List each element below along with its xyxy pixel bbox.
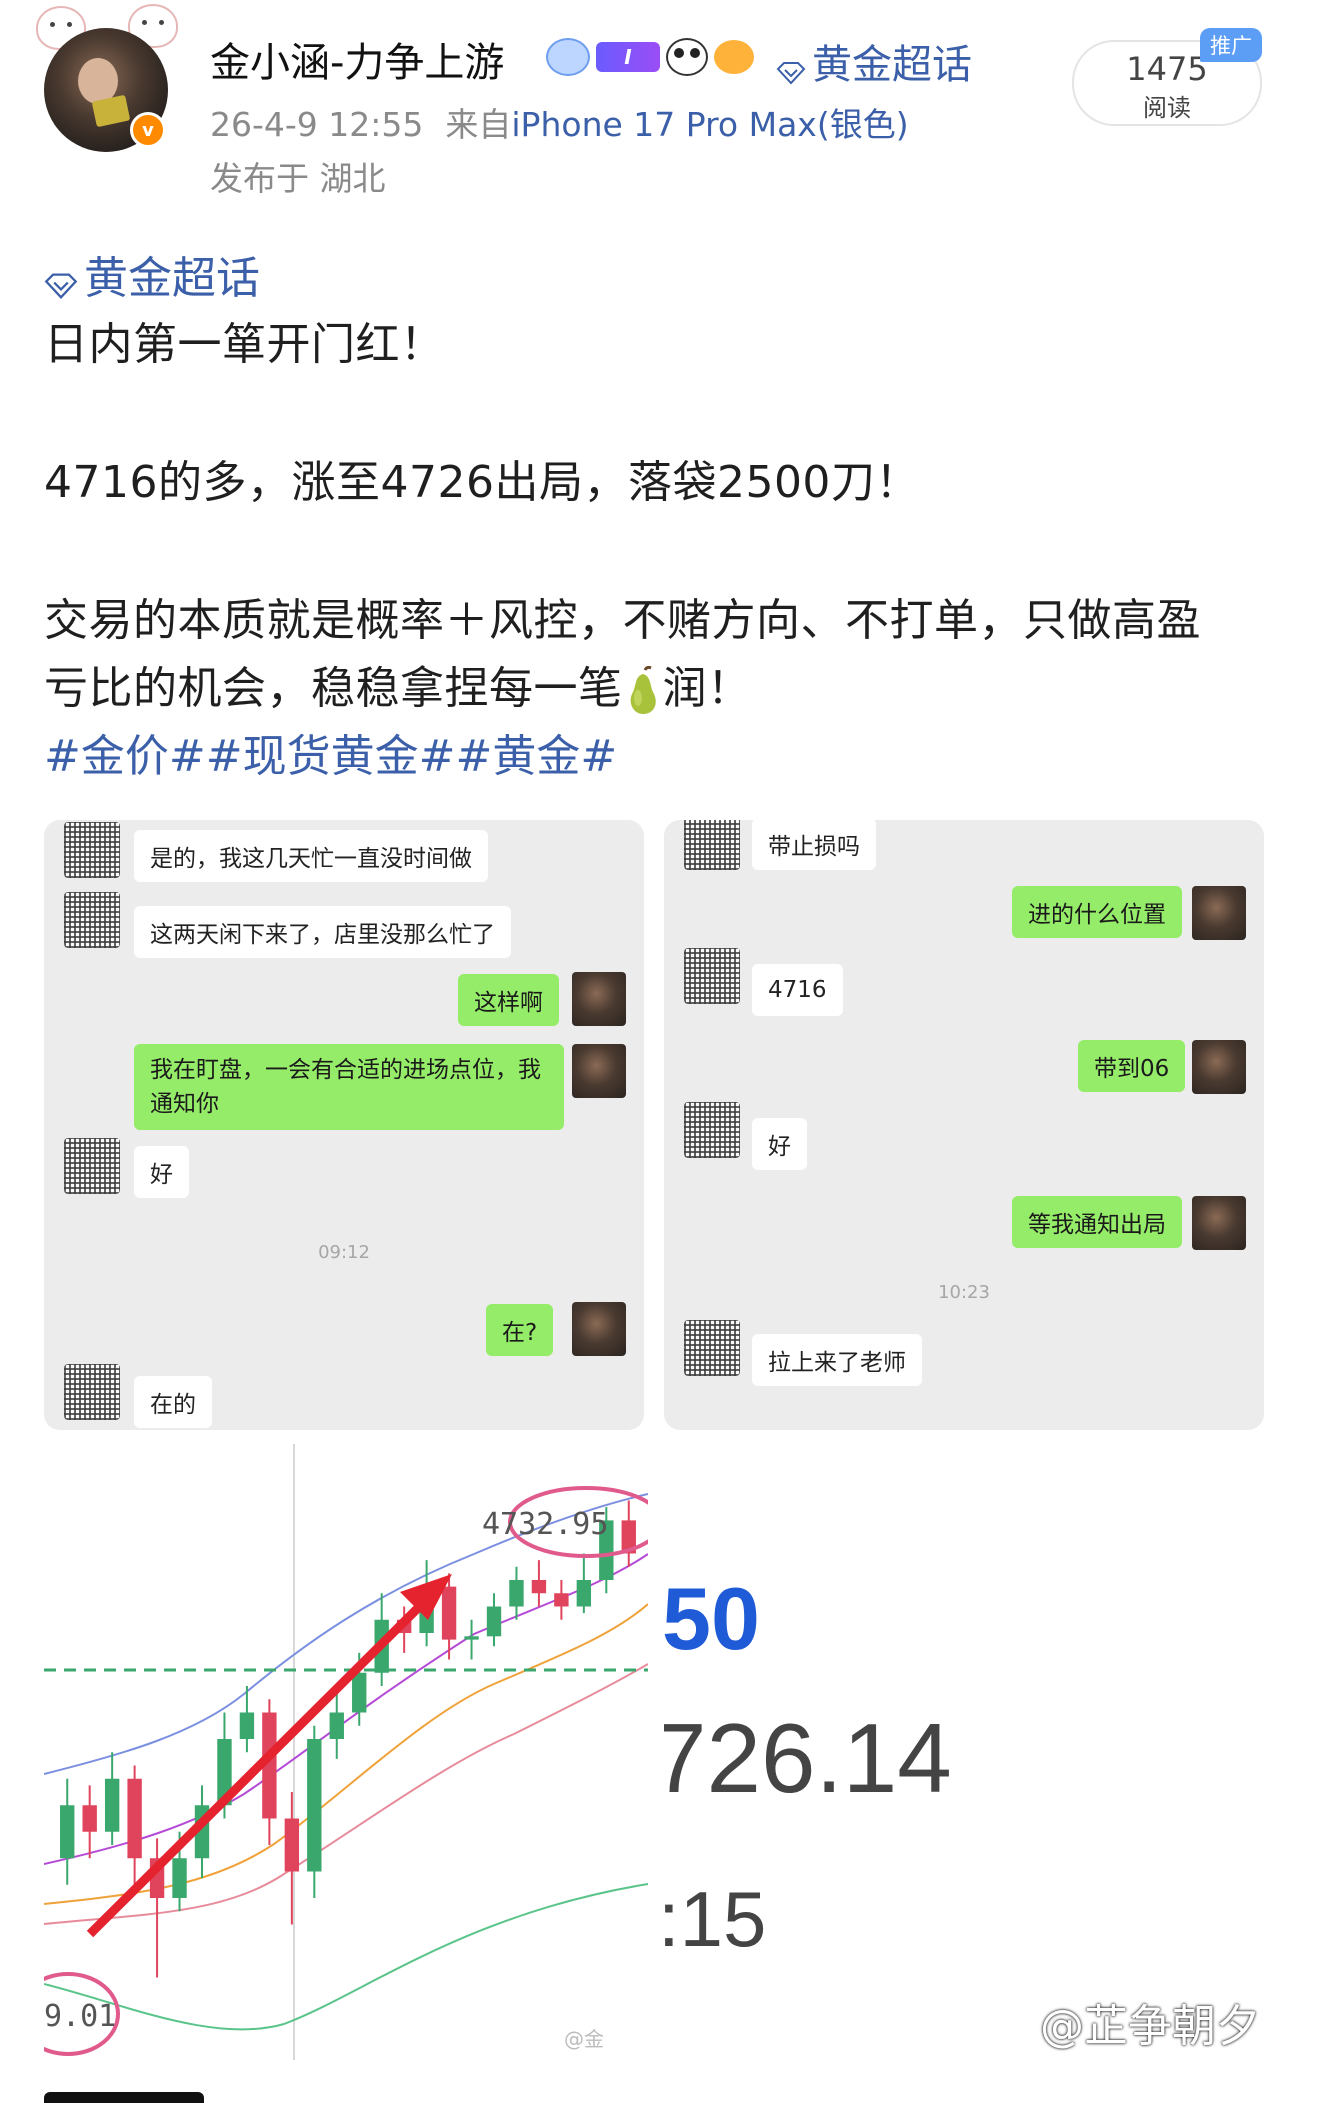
candle-body <box>172 1858 187 1898</box>
chat-timestamp: 10:23 <box>938 1282 990 1303</box>
ticker-value: 726.14 <box>664 1703 952 1813</box>
post-text-segment: 亏比的机会，稳稳拿捏每一笔 <box>44 663 623 714</box>
candle-body <box>464 1636 479 1640</box>
user-avatar <box>1192 1196 1246 1250</box>
level-badge: I <box>596 42 660 72</box>
candle-body <box>104 1778 120 1832</box>
candlestick-chart-image[interactable]: 4732.95 9.01 @金 <box>44 1444 648 2060</box>
chat-bubble-incoming: 好 <box>752 1118 807 1170</box>
chat-bubble-outgoing: 进的什么位置 <box>1012 886 1182 938</box>
chat-timestamp: 09:12 <box>318 1242 370 1263</box>
ticker-value: 50 <box>664 1569 760 1668</box>
hashtag-links[interactable]: #金价##现货黄金##黄金# <box>44 720 617 784</box>
pear-emoji-icon <box>630 666 656 714</box>
candle-body <box>127 1778 142 1859</box>
chat-bubble-outgoing: 等我通知出局 <box>1012 1196 1182 1248</box>
diamond-icon <box>776 49 806 85</box>
candle-body <box>284 1818 300 1872</box>
chat-screenshot-left[interactable]: 是的，我这几天忙一直没时间做 这两天闲下来了，店里没那么忙了 这样啊 我在盯盘，… <box>44 820 644 1430</box>
contact-avatar <box>64 1364 120 1420</box>
contact-avatar <box>64 892 120 948</box>
post-text-line: 日内第一箪开门红！ <box>44 319 445 370</box>
candle-body <box>509 1580 524 1607</box>
topic-link[interactable]: 黄金超话 <box>44 242 260 306</box>
panda-badge-icon <box>666 38 708 76</box>
price-annotation: 4732.95 <box>482 1507 608 1542</box>
orange-badge-icon <box>714 40 754 74</box>
read-label: 阅读 <box>1143 94 1191 122</box>
post-text-line: 4716的多，涨至4726出局，落袋2500刀！ <box>44 457 920 508</box>
device-link[interactable]: iPhone 17 Pro Max(银色) <box>511 105 908 144</box>
contact-avatar <box>64 822 120 878</box>
user-avatar <box>1192 1040 1246 1094</box>
topic-link-label: 黄金超话 <box>84 253 260 304</box>
candle-body <box>352 1672 367 1713</box>
verified-icon: v <box>130 112 166 148</box>
chat-bubble-incoming: 4716 <box>752 964 843 1016</box>
username[interactable]: 金小涵-力争上游 <box>210 30 504 88</box>
chat-bubble-incoming: 带止损吗 <box>752 820 876 870</box>
super-topic-link[interactable]: 黄金超话 <box>776 32 972 90</box>
user-avatar <box>1192 886 1246 940</box>
price-ticker-image[interactable]: 50 726.14 :15 <box>664 1444 1276 2060</box>
contact-avatar <box>684 820 740 870</box>
candle-body <box>531 1580 547 1594</box>
chat-bubble-outgoing: 在? <box>486 1304 554 1356</box>
user-avatar <box>572 972 626 1026</box>
user-badges: I <box>546 38 754 76</box>
candle-body <box>554 1593 569 1607</box>
candle-body <box>82 1805 97 1832</box>
chat-bubble-incoming: 是的，我这几天忙一直没时间做 <box>134 830 488 882</box>
post-text-segment: 润！ <box>662 663 752 714</box>
post-location: 发布于 湖北 <box>210 159 386 198</box>
image-watermark: @金 <box>564 2027 604 2051</box>
diamond-icon <box>44 260 78 299</box>
chat-bubble-incoming: 这两天闲下来了，店里没那么忙了 <box>134 906 511 958</box>
contact-avatar <box>64 1138 120 1194</box>
from-label: 来自 <box>445 105 512 144</box>
contact-avatar <box>684 948 740 1004</box>
candle-body <box>307 1739 322 1872</box>
chat-bubble-incoming: 好 <box>134 1146 189 1198</box>
chat-bubble-outgoing: 这样啊 <box>458 974 559 1026</box>
chat-bubble-incoming: 拉上来了老师 <box>752 1334 922 1386</box>
next-image-edge <box>44 2092 204 2103</box>
candle-body <box>486 1606 502 1637</box>
post-timestamp: 26-4-9 12:55 <box>210 105 424 144</box>
chat-bubble-outgoing: 带到06 <box>1078 1040 1186 1092</box>
user-avatar <box>572 1302 626 1356</box>
contact-avatar <box>684 1102 740 1158</box>
fish-badge-icon <box>546 38 590 76</box>
ticker-value: :15 <box>664 1875 767 1963</box>
chat-screenshot-right[interactable]: 带止损吗 进的什么位置 4716 带到06 好 等我通知出局 10:23 拉上来… <box>664 820 1264 1430</box>
candle-body <box>239 1712 255 1739</box>
post-text-line: 交易的本质就是概率＋风控，不赌方向、不打单，只做高盈 <box>44 595 1201 646</box>
chat-bubble-incoming: 在的 <box>134 1376 212 1428</box>
author-watermark: @芷争朝夕 <box>1040 2001 1260 2052</box>
user-avatar <box>572 1044 626 1098</box>
super-topic-label: 黄金超话 <box>812 42 972 88</box>
candlestick-chart: 4732.95 9.01 @金 <box>44 1444 648 2060</box>
chat-bubble-outgoing: 我在盯盘，一会有合适的进场点位，我通知你 <box>134 1044 564 1130</box>
promo-badge[interactable]: 推广 <box>1200 28 1262 62</box>
price-annotation: 9.01 <box>44 1999 116 2034</box>
post-text-line: 亏比的机会，稳稳拿捏每一笔 润！ <box>44 652 752 716</box>
candle-body <box>441 1586 457 1640</box>
contact-avatar <box>684 1320 740 1376</box>
candle-body <box>60 1805 75 1859</box>
avatar[interactable]: v <box>44 28 168 152</box>
candle-body <box>329 1712 344 1739</box>
candle-body <box>576 1580 592 1607</box>
post-meta: 26-4-9 12:55 来自iPhone 17 Pro Max(银色) <box>210 98 909 146</box>
